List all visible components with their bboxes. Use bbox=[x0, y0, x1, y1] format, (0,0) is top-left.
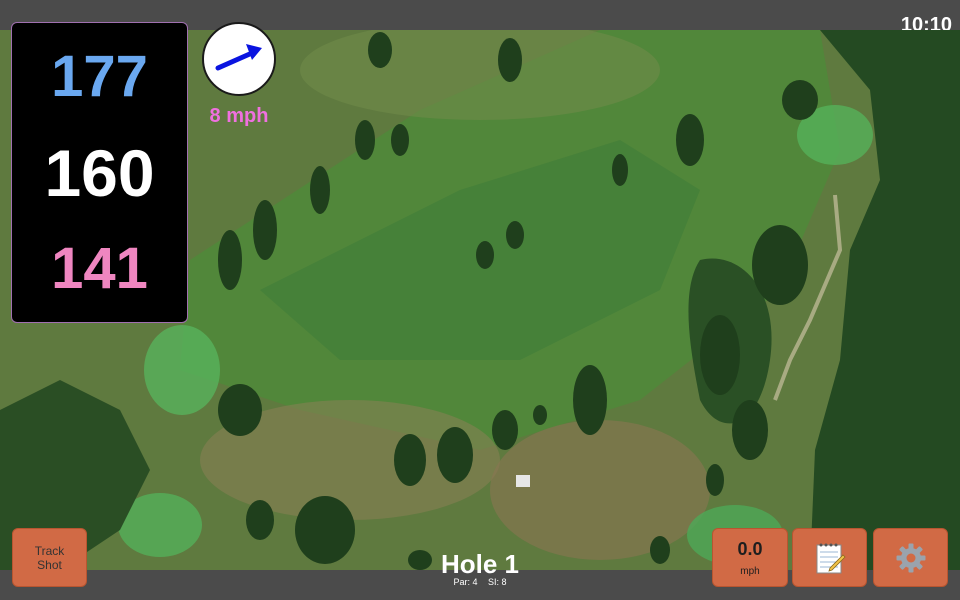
track-shot-label-line1: Track bbox=[34, 543, 65, 558]
arrow-icon bbox=[215, 44, 262, 71]
hole-par: Par: 4 bbox=[453, 577, 478, 587]
hole-title: Hole 1 bbox=[440, 549, 520, 579]
speed-value: 0.0 bbox=[737, 538, 763, 559]
hole-info: Par: 4 SI: 8 bbox=[380, 577, 580, 587]
distance-front: 141 bbox=[51, 236, 148, 301]
distance-panel: 177 160 141 bbox=[11, 22, 188, 323]
gear-icon bbox=[896, 543, 925, 572]
distance-middle: 160 bbox=[44, 136, 155, 210]
track-shot-button[interactable]: Track Shot bbox=[12, 528, 87, 587]
wind-direction-indicator bbox=[202, 22, 276, 96]
settings-button[interactable] bbox=[873, 528, 948, 587]
speed-button[interactable]: 0.0 mph bbox=[712, 528, 788, 587]
notes-button[interactable] bbox=[792, 528, 867, 587]
wind-speed-label: 8 mph bbox=[209, 105, 269, 127]
track-shot-label-line2: Shot bbox=[37, 557, 62, 572]
hole-stroke-index: SI: 8 bbox=[488, 577, 507, 587]
speed-unit: mph bbox=[740, 565, 760, 577]
distance-back: 177 bbox=[51, 44, 148, 109]
notepad-icon bbox=[816, 543, 846, 573]
